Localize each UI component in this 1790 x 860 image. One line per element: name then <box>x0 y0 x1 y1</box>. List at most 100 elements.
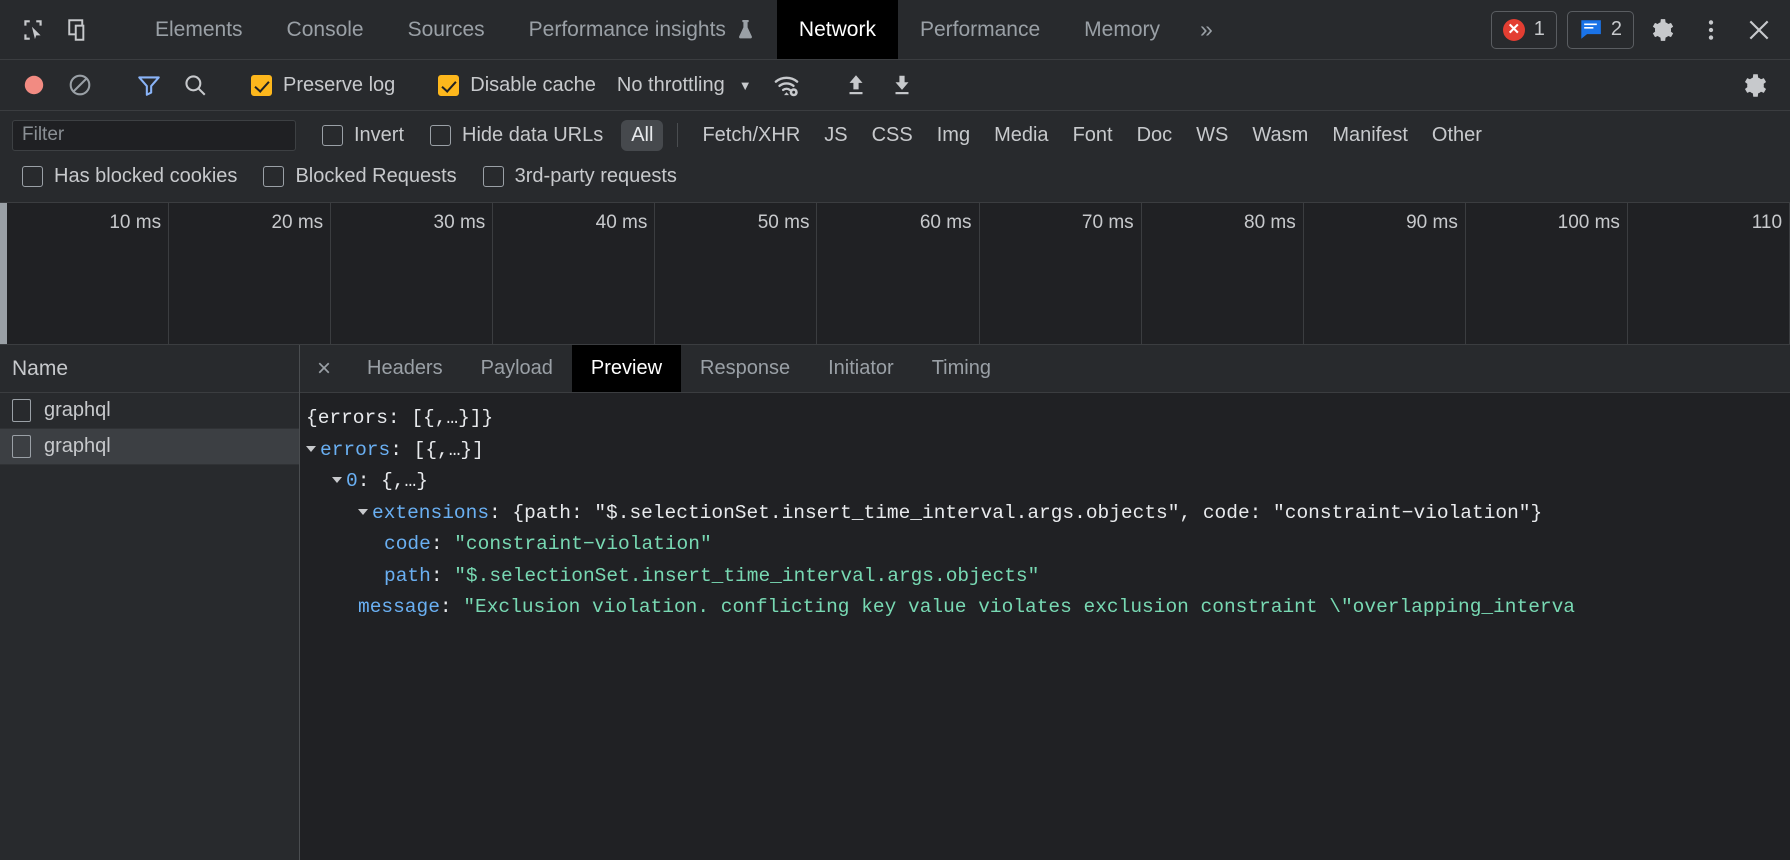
json-index-key: 0 <box>346 470 358 493</box>
throttling-dropdown[interactable]: No throttling ▼ <box>607 66 762 104</box>
message-count-label: 2 <box>1610 18 1622 40</box>
tab-sources[interactable]: Sources <box>386 0 507 59</box>
message-icon <box>1579 19 1602 40</box>
more-tabs-button[interactable]: » <box>1182 0 1231 59</box>
type-filter-manifest[interactable]: Manifest <box>1322 120 1418 151</box>
json-extensions-value: : {path: "$.selectionSet.insert_time_int… <box>489 501 1543 524</box>
overview-tick-label: 110 <box>1751 212 1783 233</box>
tab-network-label: Network <box>798 17 876 41</box>
filter-input[interactable] <box>12 119 296 151</box>
blocked-requests-checkbox[interactable]: Blocked Requests <box>263 164 457 188</box>
flask-icon <box>736 19 755 40</box>
type-filter-img[interactable]: Img <box>927 120 980 151</box>
device-toolbar-icon[interactable] <box>60 11 98 49</box>
export-har-icon[interactable] <box>834 66 878 104</box>
invert-checkbox[interactable]: Invert <box>322 124 404 147</box>
network-overview-timeline[interactable]: 10 ms 20 ms 30 ms 40 ms 50 ms 60 ms 70 m… <box>0 203 1790 345</box>
overview-cell: 40 ms <box>493 203 656 344</box>
type-filter-other[interactable]: Other <box>1422 120 1492 151</box>
close-icon[interactable] <box>1740 11 1778 49</box>
overview-cell: 70 ms <box>980 203 1142 344</box>
invert-checkbox-box <box>322 124 343 146</box>
tab-performance-label: Performance <box>919 17 1041 41</box>
throttling-value: No throttling <box>616 73 725 96</box>
tab-memory-label: Memory <box>1084 17 1161 41</box>
hide-data-urls-checkbox[interactable]: Hide data URLs <box>430 124 603 147</box>
disclosure-triangle-icon[interactable] <box>358 508 368 515</box>
close-detail-icon[interactable]: × <box>300 345 348 392</box>
has-blocked-cookies-checkbox[interactable]: Has blocked cookies <box>22 165 237 188</box>
preserve-log-checkbox-box <box>251 74 272 96</box>
tab-performance[interactable]: Performance <box>898 0 1062 59</box>
request-list-column-name[interactable]: Name <box>0 345 299 393</box>
type-filter-font[interactable]: Font <box>1063 120 1123 151</box>
type-filter-fetch-xhr[interactable]: Fetch/XHR <box>692 120 810 151</box>
json-path-key: path <box>384 564 431 587</box>
json-extensions-key: extensions <box>372 501 490 524</box>
preserve-log-label: Preserve log <box>283 73 396 96</box>
inspect-element-icon[interactable] <box>14 11 52 49</box>
type-filter-js[interactable]: JS <box>814 120 857 151</box>
request-detail-tabs: × Headers Payload Preview Response Initi… <box>300 345 1790 393</box>
record-button[interactable] <box>12 66 56 104</box>
disclosure-triangle-icon[interactable] <box>332 477 342 484</box>
overview-cell: 80 ms <box>1142 203 1304 344</box>
message-count-badge[interactable]: 2 <box>1566 10 1634 49</box>
disclosure-triangle-icon[interactable] <box>306 445 316 452</box>
tab-preview[interactable]: Preview <box>571 345 682 392</box>
overview-tick-label: 60 ms <box>919 212 972 233</box>
filter-toggle-icon[interactable] <box>127 66 171 104</box>
overview-tick-label: 20 ms <box>271 212 324 233</box>
network-toolbar: Preserve log Disable cache No throttling… <box>0 60 1790 111</box>
overview-tick-label: 90 ms <box>1406 212 1458 233</box>
type-filter-css[interactable]: CSS <box>862 120 923 151</box>
json-line-code: code: "constraint−violation" <box>306 529 1790 561</box>
type-filter-all[interactable]: All <box>621 119 664 151</box>
import-har-icon[interactable] <box>880 66 924 104</box>
overview-cell: 100 ms <box>1466 203 1628 344</box>
disable-cache-checkbox[interactable]: Disable cache <box>429 66 605 104</box>
json-path-colon: : <box>430 564 455 587</box>
blocked-requests-label: Blocked Requests <box>295 164 457 187</box>
type-filter-media[interactable]: Media <box>984 120 1058 151</box>
type-filter-wasm[interactable]: Wasm <box>1242 120 1318 151</box>
disable-cache-checkbox-box <box>438 74 460 96</box>
json-line-index-0: 0: {,…} <box>306 466 1790 498</box>
json-root-text: {errors: [{,…}]} <box>306 407 494 429</box>
filter-row-secondary: Has blocked cookies Blocked Requests 3rd… <box>12 158 1778 194</box>
tab-response[interactable]: Response <box>681 345 809 392</box>
request-detail-panel: × Headers Payload Preview Response Initi… <box>300 345 1790 860</box>
error-count-badge[interactable]: ✕ 1 <box>1490 10 1557 49</box>
hide-data-urls-checkbox-box <box>430 124 452 146</box>
clear-button[interactable] <box>58 66 102 104</box>
tab-console[interactable]: Console <box>265 0 386 59</box>
tab-timing[interactable]: Timing <box>913 345 1010 392</box>
json-index-value: : {,…} <box>357 470 428 493</box>
preview-json-viewer: {errors: [{,…}]} errors: [{,…}] 0: {,…} … <box>300 393 1790 860</box>
third-party-requests-checkbox[interactable]: 3rd-party requests <box>482 165 677 188</box>
document-icon <box>12 399 31 422</box>
network-settings-gear-icon[interactable] <box>1733 66 1778 104</box>
request-row-2[interactable]: graphql <box>0 429 299 465</box>
hide-data-urls-label: Hide data URLs <box>462 123 604 146</box>
type-filter-doc[interactable]: Doc <box>1127 120 1183 151</box>
tab-payload[interactable]: Payload <box>462 345 572 392</box>
gear-icon[interactable] <box>1644 11 1682 49</box>
tab-headers[interactable]: Headers <box>348 345 462 392</box>
overview-left-handle[interactable] <box>0 203 7 344</box>
overview-tick-label: 10 ms <box>109 212 162 233</box>
tab-elements[interactable]: Elements <box>133 0 265 59</box>
json-line-extensions: extensions: {path: "$.selectionSet.inser… <box>306 498 1790 530</box>
tab-memory[interactable]: Memory <box>1062 0 1182 59</box>
tab-network[interactable]: Network <box>776 0 898 59</box>
tab-initiator[interactable]: Initiator <box>809 345 913 392</box>
request-row-1[interactable]: graphql <box>0 393 299 429</box>
search-icon[interactable] <box>173 66 217 104</box>
type-filter-ws[interactable]: WS <box>1186 120 1238 151</box>
wifi-settings-icon[interactable] <box>764 66 809 104</box>
tab-performance-insights[interactable]: Performance insights <box>507 0 777 59</box>
json-code-value: "constraint−violation" <box>454 533 712 556</box>
devtools-tabbar: Elements Console Sources Performance ins… <box>0 0 1790 60</box>
preserve-log-checkbox[interactable]: Preserve log <box>242 66 404 104</box>
kebab-menu-icon[interactable] <box>1692 11 1730 49</box>
